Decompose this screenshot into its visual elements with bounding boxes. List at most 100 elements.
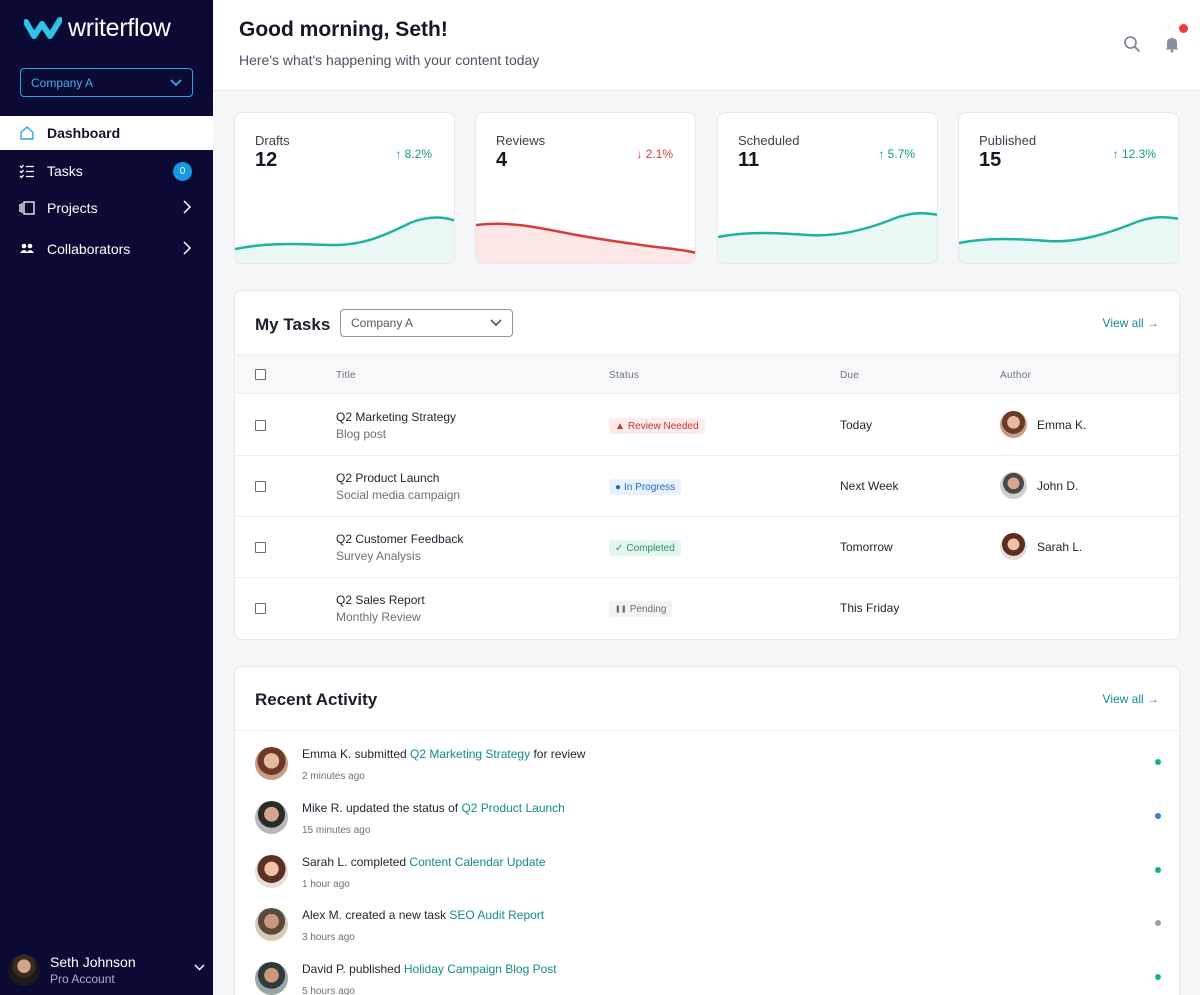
row-checkbox[interactable] <box>255 420 266 431</box>
activity-target-link[interactable]: Holiday Campaign Blog Post <box>404 962 557 976</box>
activity-text: Emma K. submitted Q2 Marketing Strategy … <box>302 747 585 761</box>
warning-icon: ▲ <box>615 420 625 432</box>
activity-item: David P. published Holiday Campaign Blog… <box>255 962 1161 995</box>
stat-change: ↑ 5.7% <box>878 147 915 161</box>
activity-target-link[interactable]: Content Calendar Update <box>409 855 545 869</box>
stat-label: Published <box>979 133 1037 148</box>
status-dot <box>1155 813 1161 819</box>
activity-time: 5 hours ago <box>302 986 355 995</box>
stat-value: 15 <box>979 149 1002 171</box>
activity-time: 3 hours ago <box>302 932 355 943</box>
row-checkbox[interactable] <box>255 481 266 492</box>
page-subtitle: Here's what's happening with your conten… <box>239 52 540 68</box>
table-row[interactable]: Q2 Product Launch Social media campaign … <box>235 456 1179 517</box>
status-label: Review Needed <box>627 420 699 432</box>
column-header-author[interactable]: Author <box>1000 370 1031 381</box>
chevron-down-icon <box>194 964 205 971</box>
activity-text: Alex M. created a new task SEO Audit Rep… <box>302 908 544 922</box>
due-date: Tomorrow <box>840 540 893 554</box>
column-header-status[interactable]: Status <box>609 370 639 381</box>
task-title: Q2 Marketing Strategy <box>336 410 457 424</box>
chevron-down-icon <box>170 78 182 86</box>
author-name: John D. <box>1037 478 1079 493</box>
tasks-select-value: Company A <box>351 316 414 330</box>
stat-value: 4 <box>496 149 508 171</box>
activity-actor: Emma K. <box>302 747 352 761</box>
stat-change: ↓ 2.1% <box>636 147 673 161</box>
column-header-title[interactable]: Title <box>336 370 356 381</box>
avatar <box>8 954 40 986</box>
status-label: In Progress <box>624 481 676 493</box>
search-icon[interactable] <box>1123 35 1141 53</box>
sidebar-item-projects[interactable]: Projects <box>0 191 213 225</box>
activity-suffix: for review <box>530 747 586 761</box>
user-name: Seth Johnson <box>50 954 136 970</box>
task-title: Q2 Sales Report <box>336 593 425 607</box>
task-subtitle: Social media campaign <box>336 488 461 502</box>
activity-view-all-link[interactable]: View all → <box>1103 692 1159 706</box>
logo[interactable]: writerflow <box>24 14 171 43</box>
table-row[interactable]: Q2 Sales Report Monthly Review ❚❚ Pendin… <box>235 578 1179 639</box>
activity-action: completed <box>347 855 410 869</box>
select-all-checkbox[interactable] <box>255 369 266 380</box>
row-checkbox[interactable] <box>255 542 266 553</box>
task-title: Q2 Product Launch <box>336 471 440 485</box>
due-date: Today <box>840 418 873 432</box>
sparkline <box>235 216 454 263</box>
tasks-company-select[interactable]: Company A <box>340 309 513 337</box>
activity-text: Mike R. updated the status of Q2 Product… <box>302 801 565 815</box>
divider <box>235 730 1179 731</box>
stat-label: Scheduled <box>738 133 800 148</box>
table-row[interactable]: Q2 Marketing Strategy Blog post ▲ Review… <box>235 395 1179 456</box>
activity-target-link[interactable]: Q2 Marketing Strategy <box>410 747 530 761</box>
activity-time: 2 minutes ago <box>302 771 365 782</box>
activity-actor: David P. <box>302 962 346 976</box>
bell-icon[interactable] <box>1163 35 1181 53</box>
stat-label: Drafts <box>255 133 290 148</box>
stat-card-scheduled[interactable]: Scheduled 11 ↑ 5.7% <box>717 112 938 264</box>
stat-card-reviews[interactable]: Reviews 4 ↓ 2.1% <box>475 112 696 264</box>
projects-icon <box>19 200 35 216</box>
stat-label: Reviews <box>496 133 546 148</box>
activity-text: Sarah L. completed Content Calendar Upda… <box>302 855 546 869</box>
table-row[interactable]: Q2 Customer Feedback Survey Analysis ✓ C… <box>235 517 1179 578</box>
sidebar-item-label: Tasks <box>47 163 83 179</box>
avatar <box>1000 472 1027 499</box>
activity-target-link[interactable]: SEO Audit Report <box>449 908 544 922</box>
due-date: Next Week <box>840 479 899 493</box>
user-menu[interactable]: Seth Johnson Pro Account <box>0 945 213 995</box>
check-icon: ✓ <box>615 542 624 554</box>
home-icon <box>19 125 35 141</box>
chevron-right-icon <box>183 200 192 214</box>
author-name: Emma K. <box>1037 417 1087 432</box>
status-badge: ✓ Completed <box>609 540 681 556</box>
sidebar-item-tasks[interactable]: Tasks 0 <box>0 154 213 188</box>
author-name: Sarah L. <box>1037 539 1083 554</box>
sidebar-item-label: Projects <box>47 200 98 216</box>
status-dot <box>1155 920 1161 926</box>
row-checkbox[interactable] <box>255 603 266 614</box>
status-badge: ● In Progress <box>609 479 682 495</box>
stat-value: 11 <box>738 149 760 171</box>
company-select[interactable]: Company A <box>20 68 193 97</box>
status-dot <box>1155 759 1161 765</box>
sidebar-item-collaborators[interactable]: Collaborators <box>0 232 213 266</box>
stat-card-drafts[interactable]: Drafts 12 ↑ 8.2% <box>234 112 455 264</box>
stat-card-published[interactable]: Published 15 ↑ 12.3% <box>958 112 1179 264</box>
avatar <box>255 801 288 834</box>
status-label: Pending <box>629 603 667 615</box>
notification-dot <box>1179 24 1188 33</box>
due-date: This Friday <box>840 601 900 615</box>
activity-target-link[interactable]: Q2 Product Launch <box>461 801 564 815</box>
chevron-down-icon <box>490 319 502 327</box>
stat-change: ↑ 12.3% <box>1112 147 1156 161</box>
user-role: Pro Account <box>50 972 115 986</box>
tasks-count-badge: 0 <box>173 162 192 181</box>
tasks-view-all-link[interactable]: View all → <box>1103 316 1159 330</box>
sidebar-item-dashboard[interactable]: Dashboard <box>0 116 213 150</box>
activity-action: published <box>345 962 404 976</box>
column-header-due[interactable]: Due <box>840 370 859 381</box>
users-icon <box>19 241 35 257</box>
status-badge: ▲ Review Needed <box>609 418 705 434</box>
app-name: writerflow <box>68 14 171 42</box>
